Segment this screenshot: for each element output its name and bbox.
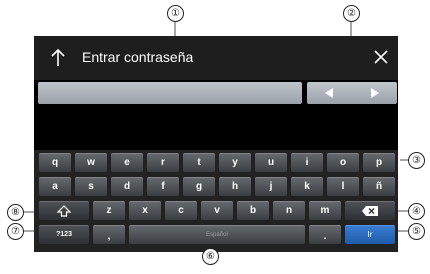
enter-go-key[interactable]: Ir xyxy=(345,225,395,244)
key-y[interactable]: y xyxy=(219,153,251,172)
backspace-icon xyxy=(362,205,378,216)
callout-7: ⑦ xyxy=(7,223,24,240)
key-c[interactable]: c xyxy=(165,201,197,220)
cursor-right-button[interactable] xyxy=(353,82,397,104)
key-s[interactable]: s xyxy=(75,177,107,196)
key-q[interactable]: q xyxy=(39,153,71,172)
cursor-arrow-buttons xyxy=(307,82,397,104)
key-z[interactable]: z xyxy=(93,201,125,220)
cursor-left-button[interactable] xyxy=(307,82,351,104)
key-k[interactable]: k xyxy=(291,177,323,196)
key-j[interactable]: j xyxy=(255,177,287,196)
keyboard: q w e r t y u i o p a s d f g h j k l ñ … xyxy=(34,150,398,252)
key-p[interactable]: p xyxy=(363,153,395,172)
key-f[interactable]: f xyxy=(147,177,179,196)
callout-1: ① xyxy=(167,5,184,22)
shift-key[interactable] xyxy=(39,201,89,220)
key-u[interactable]: u xyxy=(255,153,287,172)
callout-2: ② xyxy=(343,5,360,22)
callout-6: ⑥ xyxy=(202,248,219,265)
back-button[interactable] xyxy=(48,46,68,68)
key-a[interactable]: a xyxy=(39,177,71,196)
callout-3: ③ xyxy=(408,152,425,169)
password-entry-screen: Entrar contraseña q w e r t y u i o p a … xyxy=(34,36,398,252)
key-b[interactable]: b xyxy=(237,201,269,220)
key-w[interactable]: w xyxy=(75,153,107,172)
triangle-left-icon xyxy=(325,88,333,98)
back-arrow-icon xyxy=(51,48,65,66)
key-e[interactable]: e xyxy=(111,153,143,172)
key-x[interactable]: x xyxy=(129,201,161,220)
backspace-key[interactable] xyxy=(345,201,395,220)
close-button[interactable] xyxy=(370,46,392,68)
numbers-symbols-key[interactable]: ?123 xyxy=(39,225,89,244)
triangle-right-icon xyxy=(371,88,379,98)
key-period[interactable]: . xyxy=(309,225,341,244)
key-l[interactable]: l xyxy=(327,177,359,196)
key-m[interactable]: m xyxy=(309,201,341,220)
key-v[interactable]: v xyxy=(201,201,233,220)
key-n[interactable]: n xyxy=(273,201,305,220)
callout-4: ④ xyxy=(408,203,425,220)
password-input[interactable] xyxy=(38,82,302,104)
key-h[interactable]: h xyxy=(219,177,251,196)
callout-8: ⑧ xyxy=(7,204,24,221)
callout-5: ⑤ xyxy=(408,223,425,240)
key-d[interactable]: d xyxy=(111,177,143,196)
page-title: Entrar contraseña xyxy=(82,49,194,65)
key-o[interactable]: o xyxy=(327,153,359,172)
key-r[interactable]: r xyxy=(147,153,179,172)
key-t[interactable]: t xyxy=(183,153,215,172)
header-bar: Entrar contraseña xyxy=(34,36,398,80)
space-key[interactable]: Español xyxy=(129,225,305,244)
close-icon xyxy=(374,50,388,64)
key-i[interactable]: i xyxy=(291,153,323,172)
shift-arrow-icon xyxy=(57,204,71,217)
key-comma[interactable]: , xyxy=(93,225,125,244)
key-g[interactable]: g xyxy=(183,177,215,196)
key-n-tilde[interactable]: ñ xyxy=(363,177,395,196)
